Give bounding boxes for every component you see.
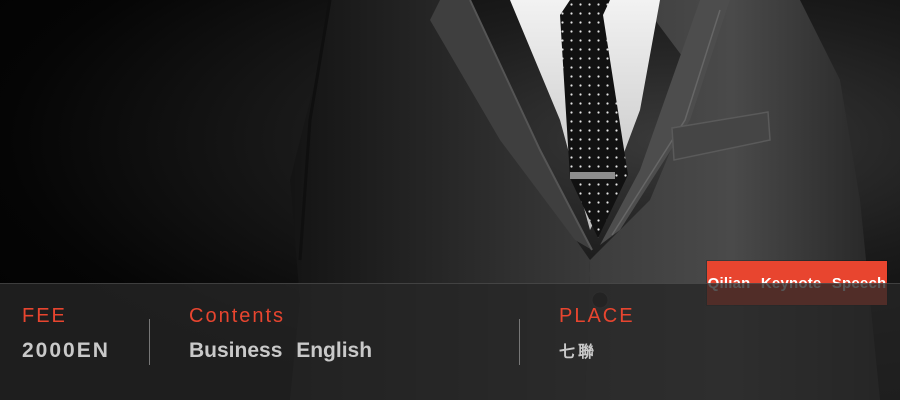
place-section: PLACE 七聯 (559, 304, 635, 366)
fee-label: FEE (22, 305, 67, 327)
place-value: 七聯 (559, 344, 598, 361)
contents-label: Contents (189, 305, 286, 327)
fee-section: FEE 2000EN (22, 304, 110, 364)
place-label: PLACE (559, 305, 635, 327)
divider (149, 319, 150, 365)
contents-value: Business English (189, 339, 373, 362)
fee-value: 2000EN (22, 339, 110, 362)
contents-section: Contents Business English (189, 304, 372, 364)
event-info-bar: FEE 2000EN Contents Business English PLA… (0, 283, 900, 400)
divider (519, 319, 520, 365)
hero-banner: Qilian Keynote Speech FEE 2000EN Content… (0, 0, 900, 400)
